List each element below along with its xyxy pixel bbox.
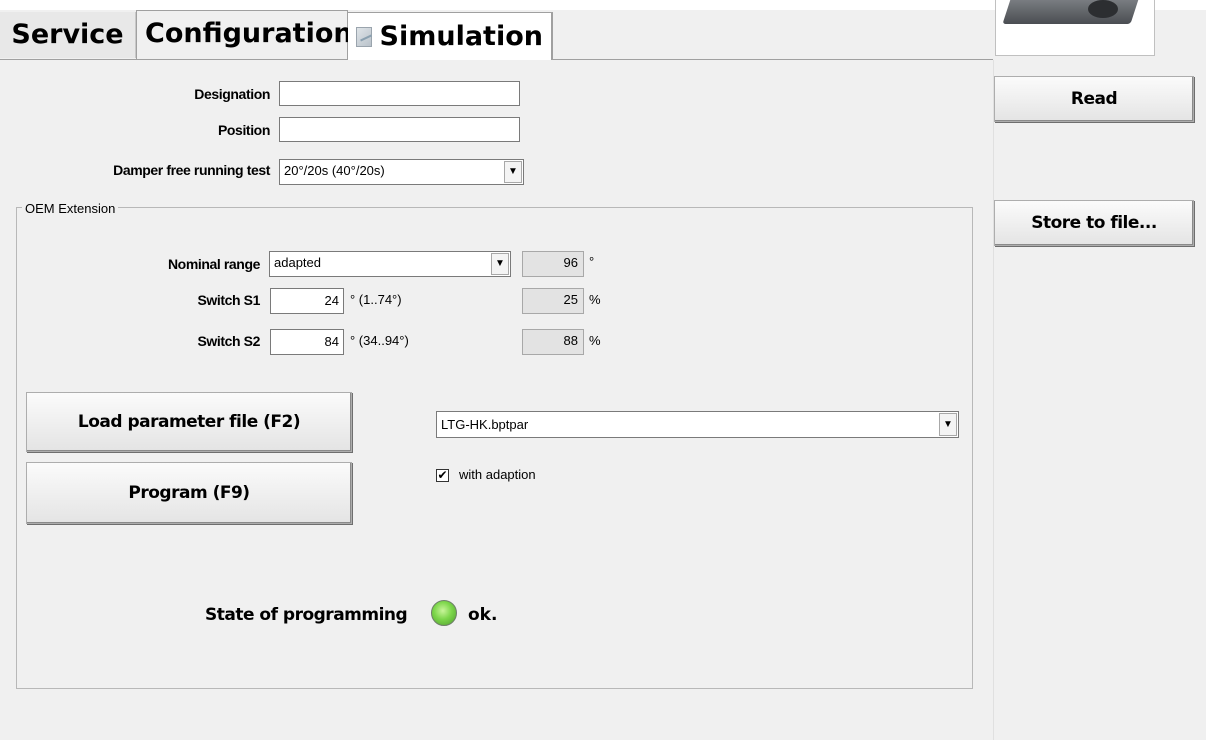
- switch-s1-label: Switch S1: [197, 292, 260, 308]
- switch-s2-range: ° (34..94°): [350, 333, 409, 348]
- nominal-range-label: Nominal range: [167, 256, 260, 272]
- designation-input[interactable]: [279, 81, 520, 106]
- switch-s2-unit: %: [589, 333, 601, 348]
- switch-s1-unit: %: [589, 292, 601, 307]
- state-of-programming-value: ok.: [468, 605, 498, 625]
- chevron-down-icon[interactable]: ▼: [504, 161, 522, 183]
- damper-test-value: 20°/20s (40°/20s): [284, 163, 385, 178]
- nominal-range-readout: 96: [522, 251, 584, 277]
- nominal-range-select[interactable]: adapted ▼: [269, 251, 511, 277]
- with-adaption-checkbox[interactable]: ✔: [436, 469, 449, 482]
- switch-s1-range: ° (1..74°): [350, 292, 402, 307]
- switch-s2-input[interactable]: 84: [270, 329, 344, 355]
- with-adaption-label: with adaption: [459, 467, 536, 482]
- oem-extension-title: OEM Extension: [22, 201, 119, 216]
- state-of-programming-label: State of programming: [205, 605, 408, 625]
- read-button[interactable]: Read: [994, 76, 1194, 122]
- position-input[interactable]: [279, 117, 520, 142]
- chevron-down-icon[interactable]: ▼: [491, 253, 509, 275]
- store-to-file-button[interactable]: Store to file...: [994, 200, 1194, 246]
- switch-s1-input[interactable]: 24: [270, 288, 344, 314]
- designation-label: Designation: [194, 86, 270, 102]
- chevron-down-icon[interactable]: ▼: [939, 413, 957, 436]
- switch-s1-readout: 25: [522, 288, 584, 314]
- device-image: [995, 0, 1155, 56]
- tab-divider: [553, 59, 993, 60]
- tab-service[interactable]: Service: [0, 12, 136, 58]
- device-body: [1002, 0, 1142, 24]
- program-button[interactable]: Program (F9): [26, 462, 352, 524]
- tab-divider: [0, 59, 348, 60]
- tab-configuration[interactable]: Configuration: [136, 10, 353, 60]
- nominal-range-unit: °: [589, 254, 595, 269]
- simulation-icon: [356, 26, 372, 47]
- damper-test-label: Damper free running test: [113, 162, 270, 178]
- tab-simulation[interactable]: Simulation: [348, 12, 553, 60]
- switch-s2-readout: 88: [522, 329, 584, 355]
- parameter-file-value: LTG-HK.bptpar: [441, 417, 529, 432]
- load-parameter-file-button[interactable]: Load parameter file (F2): [26, 392, 352, 452]
- switch-s2-label: Switch S2: [197, 333, 260, 349]
- panel-divider: [993, 60, 994, 740]
- device-knob: [1088, 0, 1118, 18]
- status-led-icon: [431, 600, 457, 626]
- parameter-file-select[interactable]: LTG-HK.bptpar ▼: [436, 411, 959, 438]
- damper-test-select[interactable]: 20°/20s (40°/20s) ▼: [279, 159, 524, 185]
- position-label: Position: [217, 122, 270, 138]
- nominal-range-value: adapted: [274, 255, 321, 270]
- tab-simulation-label: Simulation: [379, 20, 543, 52]
